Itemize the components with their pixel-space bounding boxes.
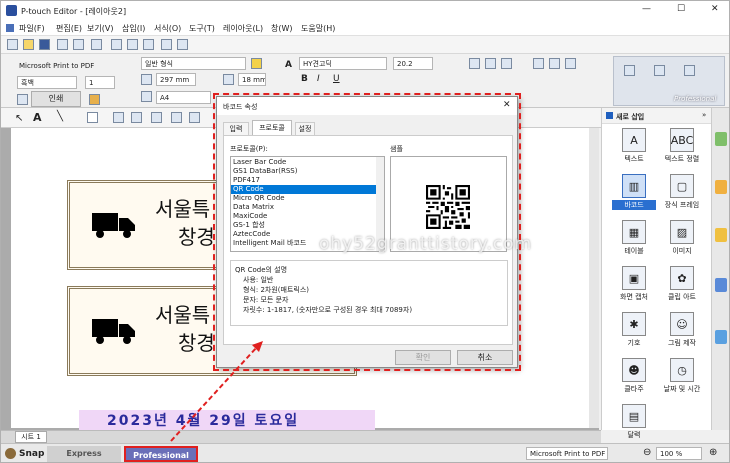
annotation-arrow bbox=[170, 341, 263, 442]
app-window: P-touch Editor - [레이아웃2] — ☐ ✕ 파일(F) 편집(… bbox=[0, 0, 730, 463]
